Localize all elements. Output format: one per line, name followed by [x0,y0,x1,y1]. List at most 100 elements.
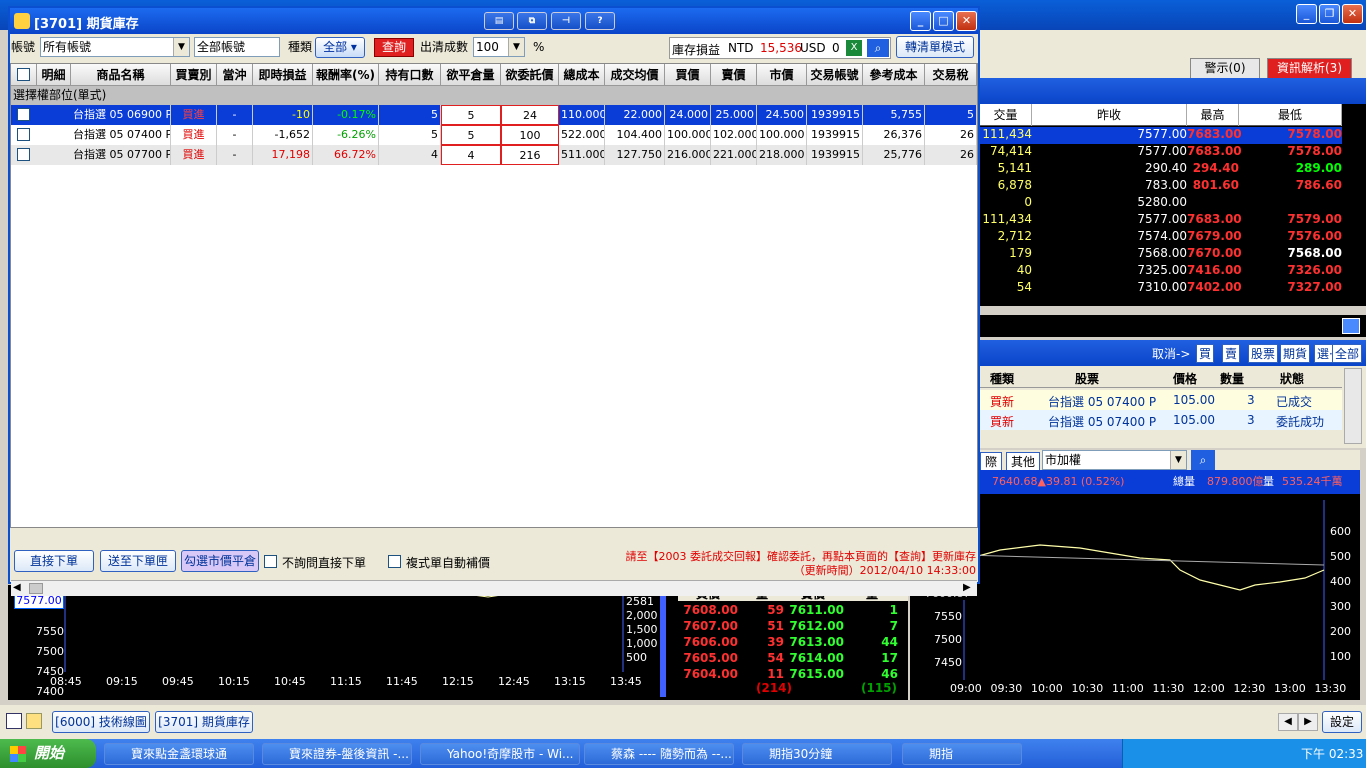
cancel-filter-button[interactable]: 全部 [1332,344,1363,363]
scroll-thumb[interactable] [29,583,43,594]
maximize-button[interactable]: □ [933,11,954,31]
next-icon[interactable]: ▶ [1298,713,1318,731]
cell: 66.72% [313,145,379,165]
quote-row[interactable]: 40 7325.00 7416.00 7326.00 [980,263,1342,280]
excel-icon[interactable]: X [846,40,862,56]
cell: 4 [379,145,441,165]
prev-icon[interactable]: ◀ [1278,713,1298,731]
order-scrollbar[interactable] [1344,368,1362,444]
chart-tab[interactable]: 際 [980,452,1003,471]
quote-row[interactable]: 111,434 7577.00 7683.00 7579.00 [980,212,1342,229]
bg-close-button[interactable]: ✕ [1342,4,1363,24]
column-header[interactable]: 報酬率(%) [313,64,379,86]
query-button[interactable]: 查詢 [374,38,414,57]
close-qty-select[interactable]: 100 ▼ [473,37,525,57]
row-checkbox[interactable] [17,108,30,121]
cancel-filter-button[interactable]: 賣 [1222,344,1241,363]
quote-cell: 289.00 [1295,161,1342,175]
pin-icon[interactable]: ⊣ [551,12,581,30]
volume-axis-label: 500 [626,651,647,664]
time-axis-label: 10:15 [218,675,250,688]
column-header[interactable]: 明細 [37,64,71,86]
cell: 1939915 [807,145,863,165]
split-icon[interactable]: ⧉ [517,12,547,30]
quote-row[interactable]: 111,434 7577.00 7683.00 7578.00 [980,127,1342,144]
auto-price-checkbox[interactable] [388,555,401,568]
update-time: （更新時間）2012/04/10 14:33:00 [793,564,976,577]
taskbar-item[interactable]: 寶來點金盞環球通 [104,743,254,765]
column-header[interactable]: 參考成本 [863,64,925,86]
bg-minimize-button[interactable]: _ [1296,4,1317,24]
no-ask-checkbox[interactable] [264,555,277,568]
window-icon[interactable] [6,713,22,729]
book-cell: 7606.00 [683,635,738,649]
taskbar-item[interactable]: 期指 [902,743,1022,765]
chart-tab-other[interactable]: 其他 [1006,452,1041,471]
cancel-filter-button[interactable]: 買 [1196,344,1215,363]
analysis-button[interactable]: 資訊解析(3) [1267,58,1352,79]
column-header[interactable]: 交易帳號 [807,64,863,86]
alert-button[interactable]: 警示(0) [1190,58,1260,79]
row-checkbox[interactable] [17,128,30,141]
close-button[interactable]: ✕ [956,11,977,31]
column-header[interactable]: 交易稅 [925,64,977,86]
apptab-inventory[interactable]: [3701] 期貨庫存 [155,711,253,733]
row-checkbox[interactable] [17,148,30,161]
column-header[interactable]: 當沖 [217,64,253,86]
quote-row[interactable]: 74,414 7577.00 7683.00 7578.00 [980,144,1342,161]
cell: - [217,125,253,145]
cancel-filter-button[interactable]: 期貨 [1280,344,1311,363]
column-header[interactable]: 成交均價 [605,64,665,86]
quote-row[interactable]: 54 7310.00 7402.00 7327.00 [980,280,1342,297]
quote-row[interactable]: 179 7568.00 7670.00 7568.00 [980,246,1342,263]
check-market-button[interactable]: 勾選市價平倉 [181,550,259,572]
column-header[interactable]: 總成本 [559,64,605,86]
column-header[interactable]: 市價 [757,64,807,86]
column-header[interactable]: 買賣別 [171,64,217,86]
column-header[interactable]: 賣價 [711,64,757,86]
type-dropdown[interactable]: 全部 ▾ [315,37,365,58]
quote-row[interactable]: 6,878 783.00 801.60 786.60 [980,178,1342,195]
quote-row[interactable]: 0 5280.00 [980,195,1342,212]
column-header[interactable]: 持有口數 [379,64,441,86]
taskbar-item[interactable]: 期指30分鐘 [742,743,892,765]
minimize-button[interactable]: _ [910,11,931,31]
table-row[interactable]: 台指選 05 06900 P 買進 - -10 -0.17% 5 5 24 110.000 22.… [11,105,977,125]
market-select[interactable]: 市加權 ▼ [1042,450,1187,470]
order-row[interactable]: 買新 台指選 05 07400 P 105.00 3 委託成功 [980,410,1342,430]
search-icon[interactable]: ⌕ [867,39,889,57]
column-header[interactable]: 欲平倉量 [441,64,501,86]
switch-list-button[interactable]: 轉清單模式 [896,36,974,58]
expand-icon[interactable] [1342,318,1360,334]
time-axis-label: 09:30 [990,682,1023,695]
taskbar-item[interactable]: 蔡森 ---- 隨勢而為 --... [584,743,734,765]
quote-row[interactable]: 5,141 290.40 294.40 289.00 [980,161,1342,178]
time-axis-label: 09:45 [162,675,194,688]
settings-button[interactable]: 設定 [1322,711,1362,733]
table-row[interactable]: 台指選 05 07400 P 買進 - -1,652 -6.26% 5 5 100 522.00… [11,125,977,145]
header-select-all[interactable] [11,64,37,86]
column-header[interactable]: 欲委託價 [501,64,559,86]
taskbar-item[interactable]: 寶來證券-盤後資訊 -... [262,743,412,765]
view-icon[interactable]: ▤ [484,12,514,30]
quote-row[interactable]: 2,712 7574.00 7679.00 7576.00 [980,229,1342,246]
column-header[interactable]: 買價 [665,64,711,86]
cancel-filter-button[interactable]: 股票 [1248,344,1279,363]
taskbar-item[interactable]: Yahoo!奇摩股市 - Wi... [420,743,580,765]
direct-order-button[interactable]: 直接下單 [14,550,94,572]
order-row[interactable]: 買新 台指選 05 07400 P 105.00 3 已成交 [980,390,1342,410]
column-header[interactable]: 即時損益 [253,64,313,86]
table-row[interactable]: 台指選 05 07700 P 買進 -17,198 66.72% 4 4 216 511.00… [11,145,977,165]
book-cell: 51 [767,619,784,633]
folder-icon[interactable] [26,713,42,729]
account-select[interactable]: 所有帳號 ▼ [40,37,190,57]
bg-maximize-button[interactable]: ❐ [1319,4,1340,24]
apptab-tech-chart[interactable]: [6000] 技術線圖 [52,711,150,733]
quote-cell: 7327.00 [1287,280,1342,294]
search-icon[interactable]: ⌕ [1191,450,1215,470]
send-order-button[interactable]: 送至下單匣 [100,550,176,572]
window-title-bar[interactable]: [3701] 期貨庫存 ▤ ⧉ ⊣ ? _ □ ✕ [10,8,978,34]
help-icon[interactable]: ? [585,12,615,30]
book-cell: 39 [767,635,784,649]
column-header[interactable]: 商品名稱 [71,64,171,86]
